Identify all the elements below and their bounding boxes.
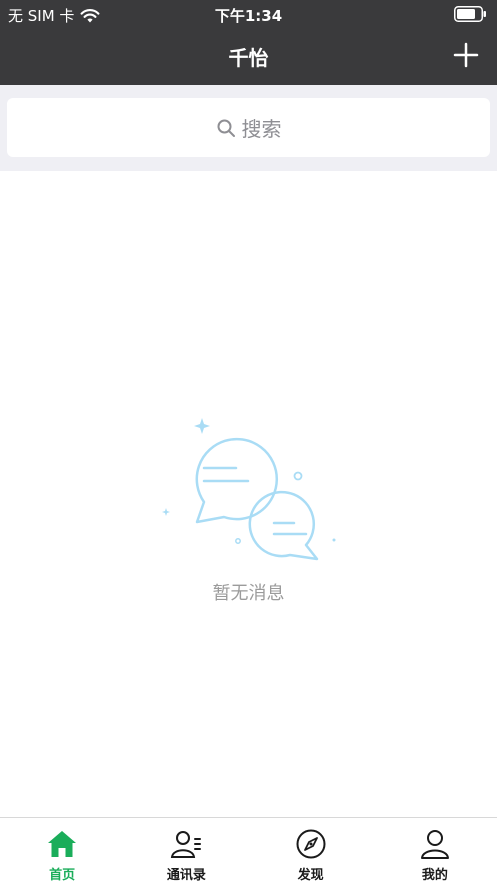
tab-profile-label: 我的: [421, 868, 448, 883]
chat-bubbles-illustration: [162, 418, 336, 561]
navigation-bar: 千怡: [0, 28, 497, 85]
status-time: 下午1:34: [214, 7, 283, 25]
search-placeholder: 搜索: [241, 117, 282, 141]
page-title: 千怡: [228, 46, 269, 70]
status-bar: 无 SIM 卡 下午1:34: [0, 0, 497, 28]
tab-home[interactable]: 首页: [0, 818, 124, 883]
tab-home-label: 首页: [49, 868, 76, 883]
search-input[interactable]: 搜索: [7, 98, 490, 157]
tab-bar: 首页 通讯录 发现 我的: [0, 817, 497, 883]
profile-icon: [420, 830, 449, 859]
search-area: 搜索: [0, 85, 497, 171]
tab-discover-label: 发现: [297, 868, 324, 883]
plus-icon[interactable]: [453, 42, 479, 68]
contacts-icon: [171, 831, 202, 858]
home-icon: [48, 831, 77, 857]
tab-profile[interactable]: 我的: [373, 818, 497, 883]
battery-icon: [454, 6, 486, 22]
tab-contacts[interactable]: 通讯录: [124, 818, 248, 883]
search-icon: [217, 119, 235, 137]
empty-state: 暂无消息: [0, 171, 497, 817]
empty-message: 暂无消息: [212, 583, 285, 604]
tab-discover[interactable]: 发现: [249, 818, 373, 883]
tab-contacts-label: 通讯录: [166, 868, 206, 883]
compass-icon: [296, 829, 326, 859]
